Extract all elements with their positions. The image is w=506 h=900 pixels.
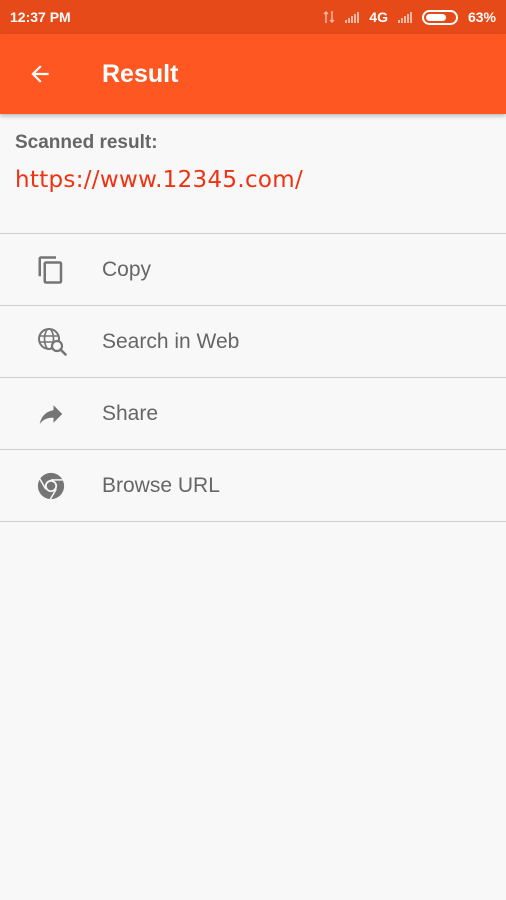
signal-strength-icon-2 [397,11,412,23]
share-action[interactable]: Share [0,378,506,450]
copy-label: Copy [102,257,152,281]
status-bar: 12:37 PM 4G 63% [0,0,506,34]
chrome-icon [0,471,102,501]
page-title: Result [102,59,179,88]
browse-url-label: Browse URL [102,473,220,497]
data-transfer-icon [323,10,335,24]
share-icon [0,399,102,429]
scanned-result-label: Scanned result: [15,132,158,153]
search-web-action[interactable]: Search in Web [0,306,506,378]
browse-url-action[interactable]: Browse URL [0,450,506,522]
scanned-result: Scanned result: https://www.12345.com/ [0,114,506,233]
battery-percent: 63% [467,9,496,25]
copy-action[interactable]: Copy [0,234,506,306]
copy-icon [0,255,102,285]
status-indicators: 4G 63% [323,9,496,25]
arrow-back-icon [31,65,49,83]
scanned-result-value[interactable]: https://www.12345.com/ [15,167,491,193]
app-bar: Result [0,34,506,114]
network-type: 4G [369,9,388,25]
action-list: Copy Search in Web Share Browse URL [0,233,506,522]
status-time: 12:37 PM [10,9,71,25]
web-search-icon [0,326,102,358]
search-web-label: Search in Web [102,329,240,353]
battery-icon [421,9,458,25]
share-label: Share [102,401,159,425]
back-button[interactable] [0,34,80,114]
signal-strength-icon [345,11,360,23]
